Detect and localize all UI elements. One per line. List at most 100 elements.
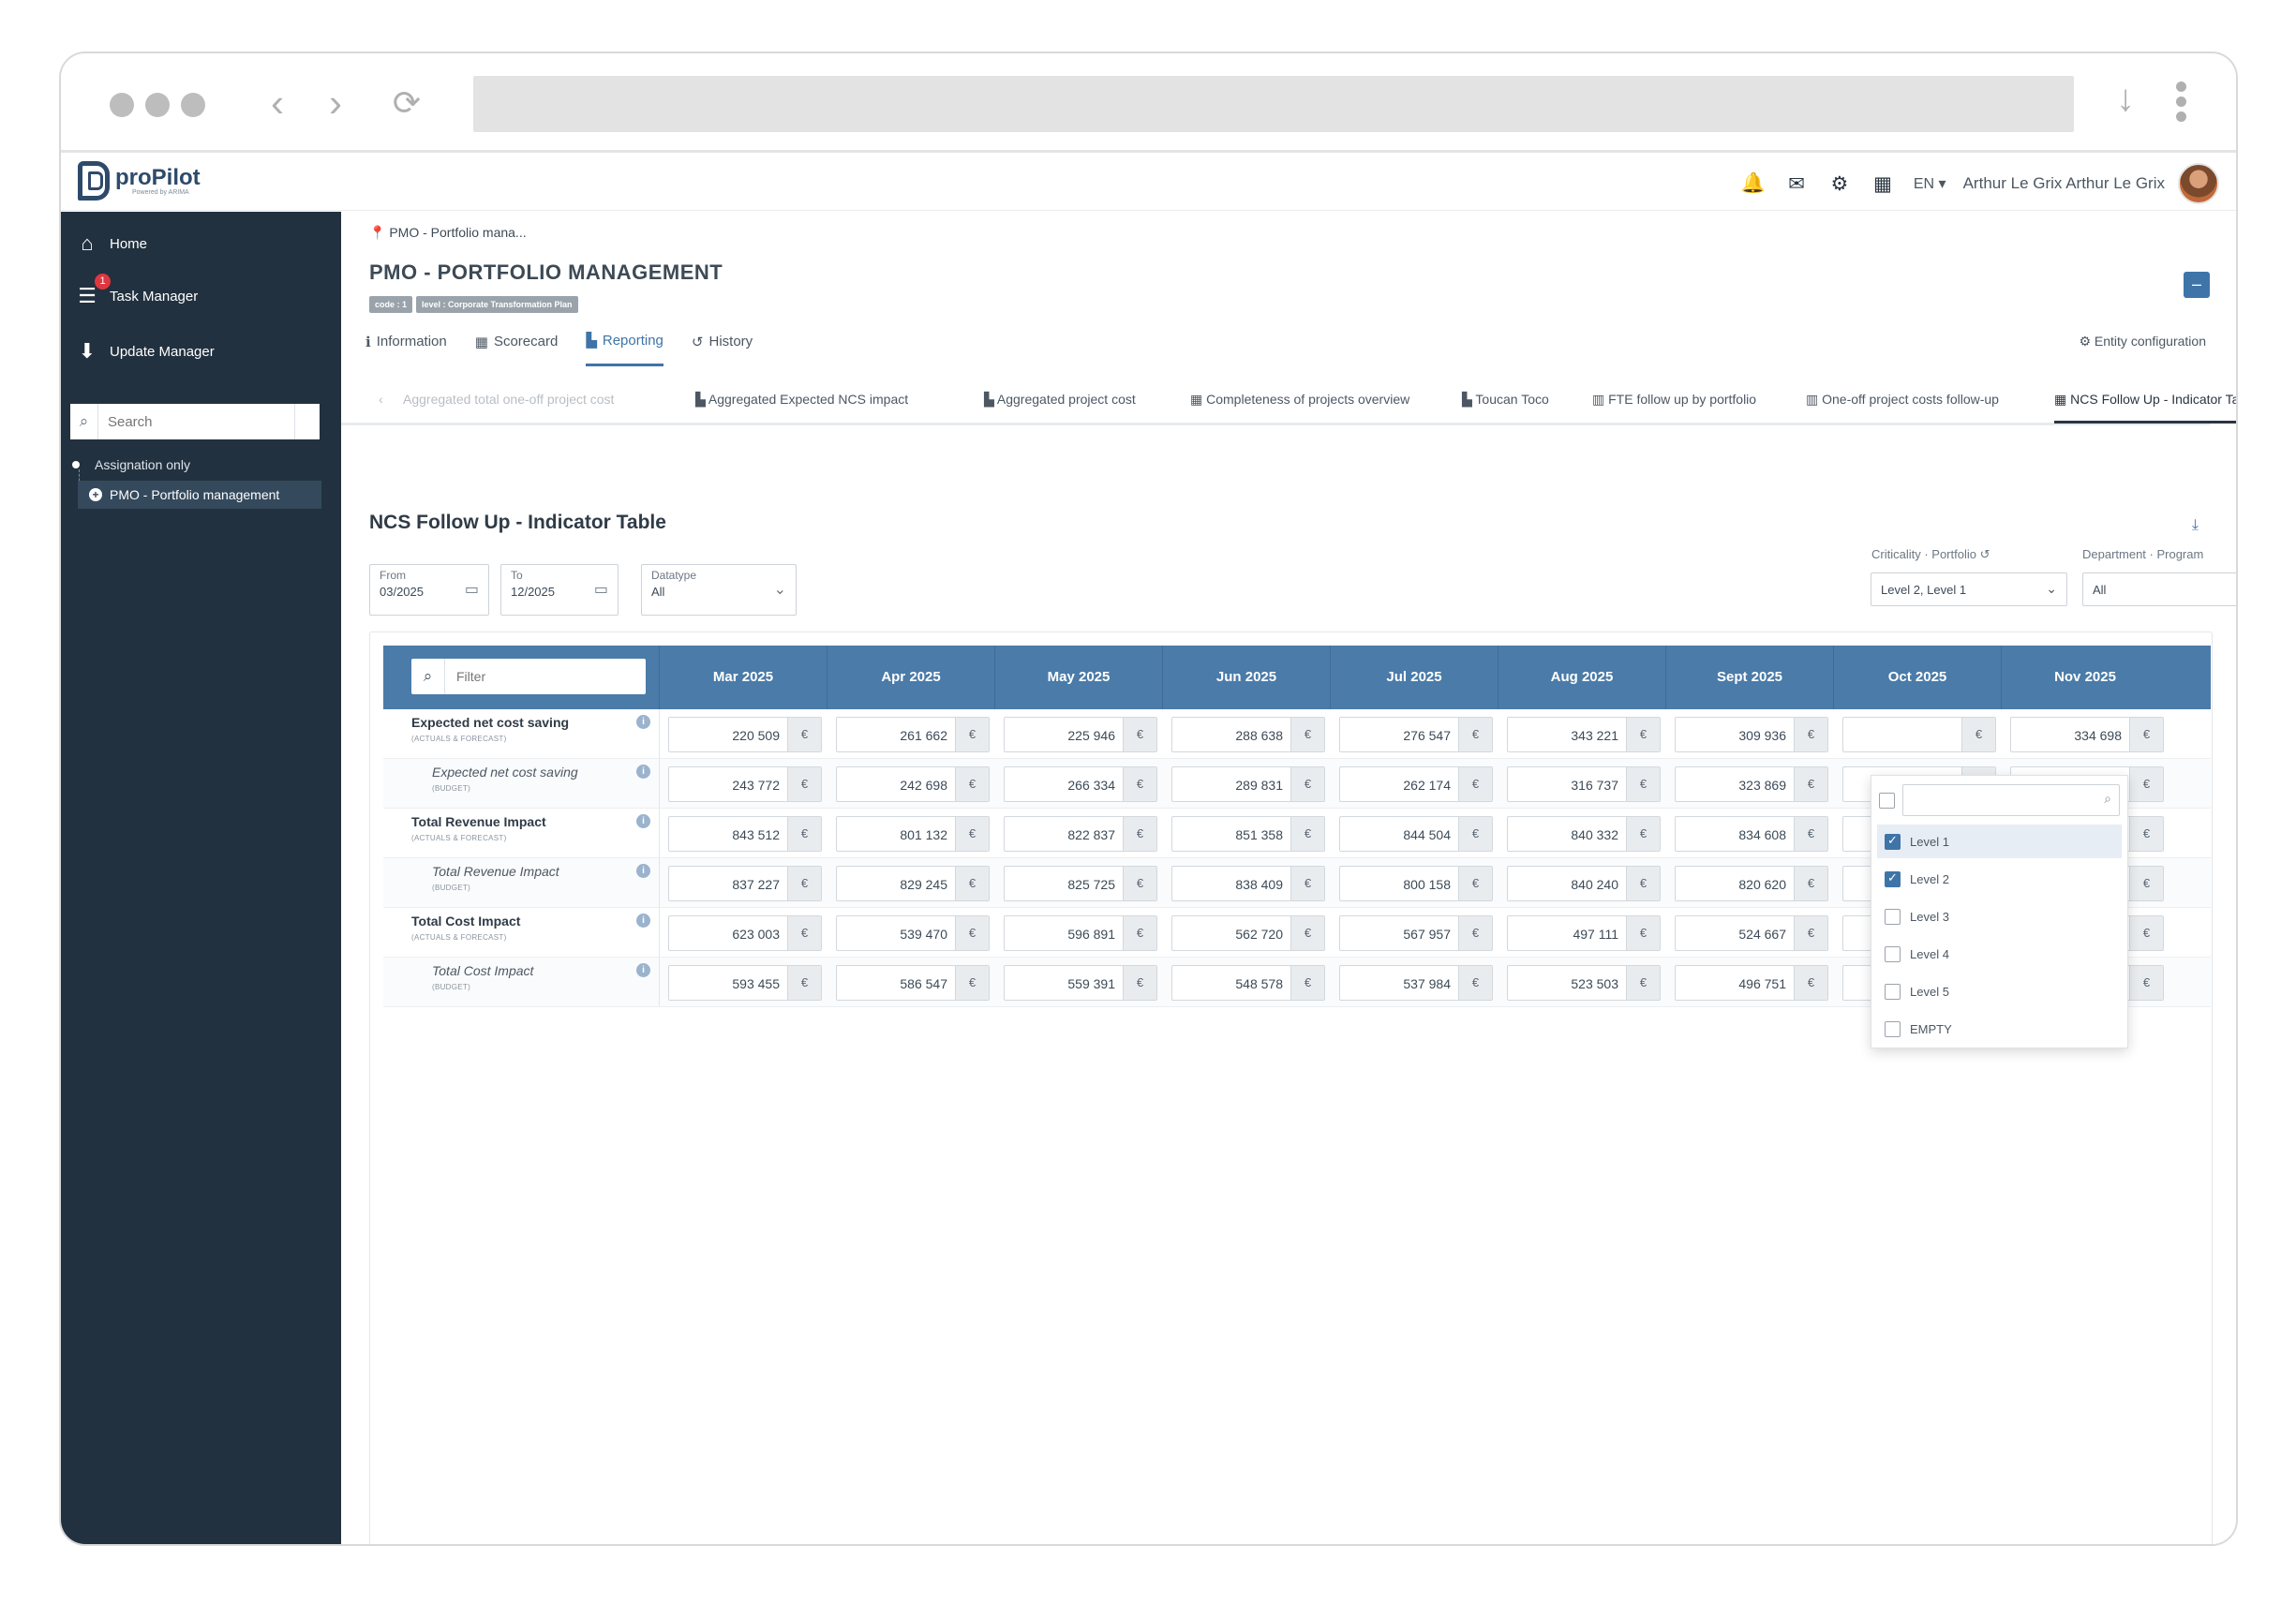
window-minimize-dot[interactable] — [145, 93, 170, 117]
language-select[interactable]: EN ▾ — [1914, 174, 1946, 193]
tab-aggregated-expected-ncs[interactable]: ▙ Aggregated Expected NCS impact — [695, 392, 908, 408]
sidebar-search-input[interactable] — [97, 404, 294, 439]
tab-history[interactable]: ↺ History — [692, 332, 753, 366]
to-date-field[interactable]: To 12/2025 ▭ — [500, 564, 619, 616]
value-input[interactable]: 266 334 € — [1004, 766, 1157, 802]
option-checkbox[interactable] — [1885, 833, 1901, 850]
user-name[interactable]: Arthur Le Grix Arthur Le Grix — [1963, 174, 2165, 193]
value-input[interactable]: 562 720 € — [1171, 915, 1325, 951]
value-input[interactable]: 242 698 € — [836, 766, 990, 802]
info-icon[interactable]: i — [636, 963, 650, 977]
breadcrumb[interactable]: 📍 PMO - Portfolio mana... — [369, 225, 527, 241]
gear-icon[interactable]: ⚙ — [1818, 172, 1861, 196]
apps-icon[interactable]: ▦ — [1861, 172, 1904, 196]
value-input[interactable]: € — [1842, 717, 1996, 752]
sidebar-item-home[interactable]: ⌂ Home — [74, 225, 147, 262]
value-input[interactable]: 822 837 € — [1004, 816, 1157, 852]
value-input[interactable]: 524 667 € — [1675, 915, 1828, 951]
criticality-select[interactable]: Level 2, Level 1 ⌄ — [1871, 572, 2067, 606]
avatar[interactable] — [2178, 163, 2219, 204]
value-input[interactable]: 276 547 € — [1339, 717, 1493, 752]
value-input[interactable]: 834 608 € — [1675, 816, 1828, 852]
option-checkbox[interactable] — [1885, 1020, 1901, 1037]
sidebar-item-task-manager[interactable]: ☰ 1 Task Manager — [74, 274, 198, 315]
value-input[interactable]: 537 984 € — [1339, 965, 1493, 1001]
tabs-scroll-left-icon[interactable]: ‹ — [379, 392, 383, 407]
option-checkbox[interactable] — [1885, 908, 1901, 925]
value-input[interactable]: 800 158 € — [1339, 866, 1493, 901]
export-icon[interactable]: ⤓ — [2192, 517, 2199, 534]
value-input[interactable]: 323 869 € — [1675, 766, 1828, 802]
tab-one-off-costs-follow-up[interactable]: ▥ One-off project costs follow-up — [1806, 392, 1999, 408]
value-input[interactable]: 829 245 € — [836, 866, 990, 901]
option-checkbox[interactable] — [1885, 945, 1901, 962]
bell-icon[interactable]: 🔔 — [1732, 172, 1775, 195]
tab-fte-follow-up[interactable]: ▥ FTE follow up by portfolio — [1592, 392, 1756, 408]
value-input[interactable]: 343 221 € — [1507, 717, 1661, 752]
value-input[interactable]: 288 638 € — [1171, 717, 1325, 752]
back-icon[interactable]: ‹ — [254, 80, 301, 126]
expand-icon[interactable]: + — [89, 488, 102, 501]
forward-icon[interactable]: › — [312, 80, 359, 126]
value-input[interactable]: 567 957 € — [1339, 915, 1493, 951]
tree-item-pmo[interactable]: + PMO - Portfolio management — [78, 481, 321, 509]
tab-ncs-indicator-table[interactable]: ▦ NCS Follow Up - Indicator Table — [2054, 392, 2236, 424]
datatype-select[interactable]: Datatype All ⌄ — [641, 564, 797, 616]
value-input[interactable]: 801 132 € — [836, 816, 990, 852]
value-input[interactable]: 559 391 € — [1004, 965, 1157, 1001]
reload-icon[interactable]: ⟳ — [383, 80, 430, 126]
tab-reporting[interactable]: ▙ Reporting — [586, 332, 663, 366]
value-input[interactable]: 838 409 € — [1171, 866, 1325, 901]
department-select[interactable]: All ⌄ — [2082, 572, 2236, 606]
value-input[interactable]: 289 831 € — [1171, 766, 1325, 802]
value-input[interactable]: 586 547 € — [836, 965, 990, 1001]
dropdown-option[interactable]: Level 2 — [1877, 862, 2122, 896]
value-input[interactable]: 220 509 € — [668, 717, 822, 752]
value-input[interactable]: 225 946 € — [1004, 717, 1157, 752]
tab-aggregated-project-cost[interactable]: ▙ Aggregated project cost — [984, 392, 1136, 408]
tab-scorecard[interactable]: ▦ Scorecard — [475, 332, 559, 366]
dropdown-option[interactable]: Level 3 — [1877, 899, 2122, 933]
mail-icon[interactable]: ✉ — [1775, 172, 1818, 196]
info-icon[interactable]: i — [636, 914, 650, 928]
value-input[interactable]: 334 698 € — [2010, 717, 2164, 752]
value-input[interactable]: 496 751 € — [1675, 965, 1828, 1001]
option-checkbox[interactable] — [1885, 983, 1901, 1000]
info-icon[interactable]: i — [636, 814, 650, 828]
value-input[interactable]: 262 174 € — [1339, 766, 1493, 802]
collapse-button[interactable]: – — [2184, 272, 2210, 298]
value-input[interactable]: 844 504 € — [1339, 816, 1493, 852]
info-icon[interactable]: i — [636, 765, 650, 779]
value-input[interactable]: 309 936 € — [1675, 717, 1828, 752]
dropdown-option[interactable]: Level 5 — [1877, 974, 2122, 1008]
select-all-checkbox[interactable] — [1879, 792, 1895, 809]
tab-completeness-overview[interactable]: ▦ Completeness of projects overview — [1190, 392, 1409, 408]
info-icon[interactable]: i — [636, 715, 650, 729]
option-checkbox[interactable] — [1885, 870, 1901, 887]
browser-menu-icon[interactable] — [2176, 82, 2187, 126]
value-input[interactable]: 840 332 € — [1507, 816, 1661, 852]
reset-icon[interactable]: ↺ — [1980, 547, 1990, 561]
value-input[interactable]: 593 455 € — [668, 965, 822, 1001]
value-input[interactable]: 825 725 € — [1004, 866, 1157, 901]
dropdown-option[interactable]: Level 1 — [1877, 825, 2122, 858]
dropdown-option[interactable]: EMPTY — [1877, 1012, 2122, 1046]
entity-configuration-link[interactable]: ⚙ Entity configuration — [2079, 334, 2206, 349]
value-input[interactable]: 523 503 € — [1507, 965, 1661, 1001]
value-input[interactable]: 596 891 € — [1004, 915, 1157, 951]
value-input[interactable]: 840 240 € — [1507, 866, 1661, 901]
value-input[interactable]: 843 512 € — [668, 816, 822, 852]
sidebar-item-update-manager[interactable]: ⬇ Update Manager — [74, 333, 215, 370]
assignation-only-option[interactable]: Assignation only — [72, 457, 190, 472]
tab-information[interactable]: ℹ Information — [365, 332, 447, 366]
info-icon[interactable]: i — [636, 864, 650, 878]
value-input[interactable]: 820 620 € — [1675, 866, 1828, 901]
value-input[interactable]: 623 003 € — [668, 915, 822, 951]
window-maximize-dot[interactable] — [181, 93, 205, 117]
address-bar[interactable] — [473, 76, 2074, 132]
dropdown-search-input[interactable]: ⌕ — [1902, 784, 2120, 816]
app-logo[interactable]: proPilot Powered by ARIMA — [78, 161, 201, 201]
table-filter-input[interactable] — [445, 669, 646, 684]
value-input[interactable]: 837 227 € — [668, 866, 822, 901]
value-input[interactable]: 548 578 € — [1171, 965, 1325, 1001]
